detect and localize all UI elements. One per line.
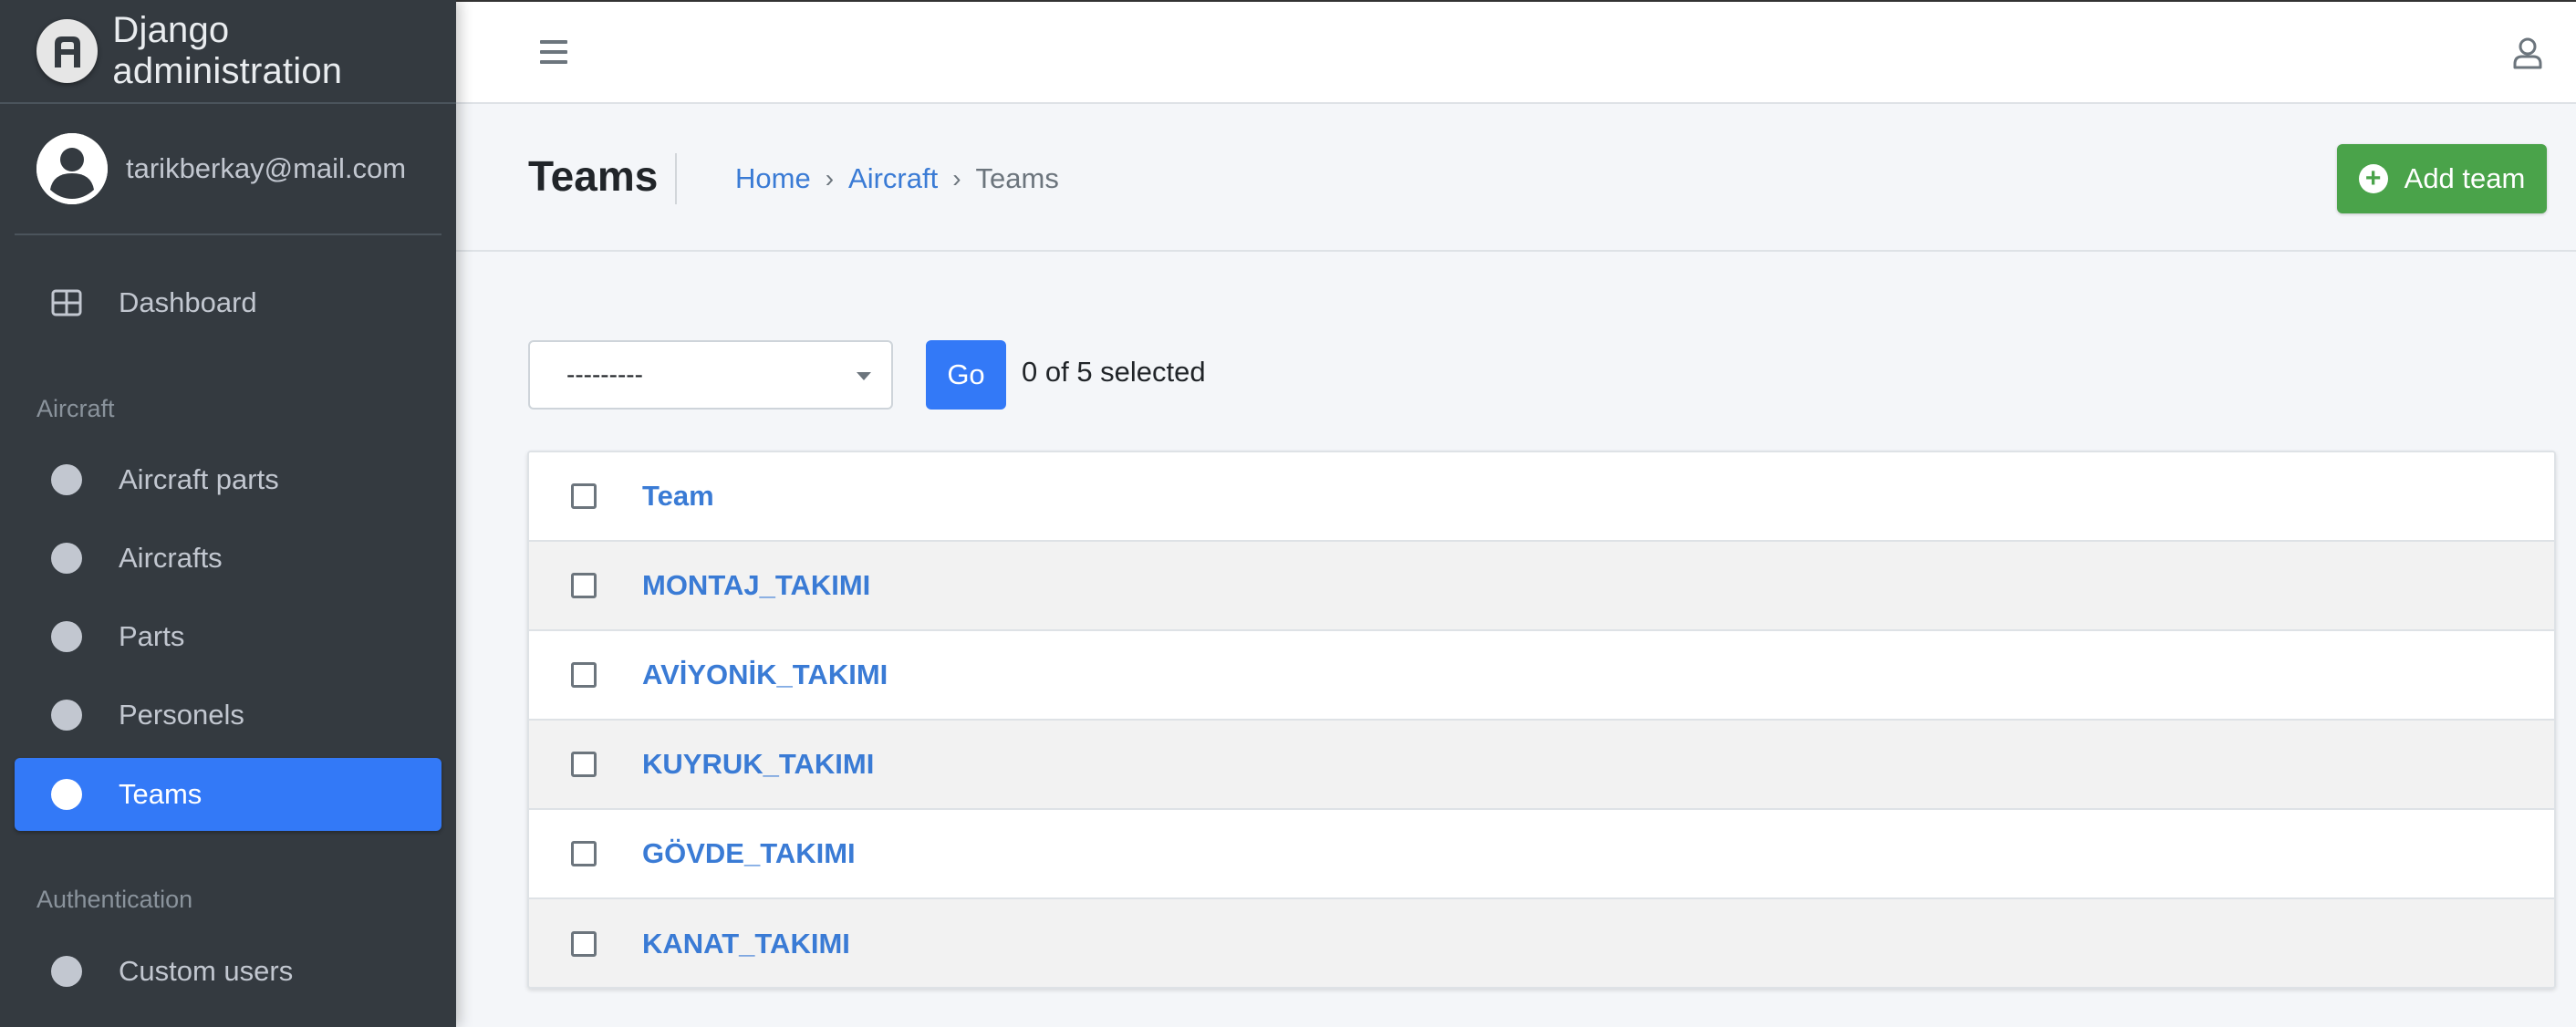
sidebar-item-label: Dashboard — [119, 286, 257, 318]
sidebar-section-aircraft: Aircraft — [36, 395, 115, 422]
sidebar-section-authentication: Authentication — [36, 886, 193, 913]
table-row: AVİYONİK_TAKIMI — [529, 631, 2554, 721]
sidebar-item-label: Aircraft parts — [119, 463, 279, 495]
user-email: tarikberkay@mail.com — [126, 152, 407, 184]
sidebar-item-teams[interactable]: Teams — [15, 758, 441, 831]
sidebar-item-parts[interactable]: Parts — [15, 600, 441, 673]
select-all-checkbox[interactable] — [571, 483, 597, 509]
circle-icon — [51, 621, 82, 652]
team-link[interactable]: KANAT_TAKIMI — [642, 928, 850, 960]
brand-logo-icon — [36, 19, 99, 83]
breadcrumb: Home › Aircraft › Teams — [735, 162, 1059, 195]
row-checkbox[interactable] — [571, 662, 597, 688]
table-row: GÖVDE_TAKIMI — [529, 810, 2554, 899]
column-header-team[interactable]: Team — [642, 480, 714, 513]
results-table: Team MONTAJ_TAKIMI AVİYONİK_TAKIMI KUYRU… — [527, 451, 2556, 989]
row-checkbox[interactable] — [571, 573, 597, 598]
chevron-down-icon — [857, 372, 871, 380]
brand-title: Django administration — [112, 10, 343, 91]
team-link[interactable]: AVİYONİK_TAKIMI — [642, 659, 888, 691]
top-navbar — [456, 0, 2576, 104]
table-row: KUYRUK_TAKIMI — [529, 721, 2554, 810]
sidebar-item-label: Parts — [119, 620, 185, 652]
sidebar-item-label: Personels — [119, 699, 244, 731]
action-select-value: --------- — [566, 360, 643, 389]
team-link[interactable]: KUYRUK_TAKIMI — [642, 748, 874, 781]
page-title: Teams — [528, 152, 659, 200]
circle-icon — [51, 464, 82, 495]
user-menu-icon[interactable] — [2512, 36, 2543, 74]
sidebar-item-label: Aircrafts — [119, 542, 223, 574]
team-link[interactable]: MONTAJ_TAKIMI — [642, 569, 870, 602]
table-row: KANAT_TAKIMI — [529, 899, 2554, 987]
table-header-row: Team — [529, 452, 2554, 542]
selection-counter: 0 of 5 selected — [1022, 356, 1206, 388]
sidebar: Django administration tarikberkay@mail.c… — [0, 0, 456, 1027]
sidebar-item-custom-users[interactable]: Custom users — [15, 935, 441, 1008]
add-team-label: Add team — [2404, 162, 2526, 194]
row-checkbox[interactable] — [571, 931, 597, 957]
circle-icon — [51, 700, 82, 731]
sidebar-item-label: Teams — [119, 778, 203, 810]
sidebar-item-personels[interactable]: Personels — [15, 679, 441, 752]
breadcrumb-current: Teams — [975, 162, 1059, 194]
sidebar-item-dashboard[interactable]: Dashboard — [15, 266, 441, 339]
user-panel[interactable]: tarikberkay@mail.com — [15, 104, 441, 235]
row-checkbox[interactable] — [571, 841, 597, 866]
sidebar-item-aircrafts[interactable]: Aircrafts — [15, 522, 441, 595]
content-header: Teams Home › Aircraft › Teams + Add team — [456, 106, 2576, 252]
circle-icon — [51, 956, 82, 987]
go-button[interactable]: Go — [926, 340, 1006, 410]
plus-circle-icon: + — [2358, 164, 2388, 193]
breadcrumb-aircraft-link[interactable]: Aircraft — [848, 162, 938, 195]
team-link[interactable]: GÖVDE_TAKIMI — [642, 837, 856, 870]
sidebar-item-label: Custom users — [119, 955, 294, 987]
dashboard-icon — [51, 289, 82, 316]
brand-link[interactable]: Django administration — [0, 0, 456, 104]
hamburger-menu-icon[interactable] — [540, 38, 567, 66]
sidebar-item-aircraft-parts[interactable]: Aircraft parts — [15, 443, 441, 516]
row-checkbox[interactable] — [571, 752, 597, 777]
breadcrumb-separator: › — [825, 164, 835, 192]
action-select[interactable]: --------- — [528, 340, 893, 410]
user-avatar-icon — [36, 133, 108, 204]
circle-icon — [51, 779, 82, 810]
add-team-button[interactable]: + Add team — [2337, 144, 2547, 213]
table-row: MONTAJ_TAKIMI — [529, 542, 2554, 631]
title-divider — [675, 153, 677, 204]
circle-icon — [51, 543, 82, 574]
breadcrumb-separator: › — [952, 164, 961, 192]
breadcrumb-home-link[interactable]: Home — [735, 162, 811, 195]
